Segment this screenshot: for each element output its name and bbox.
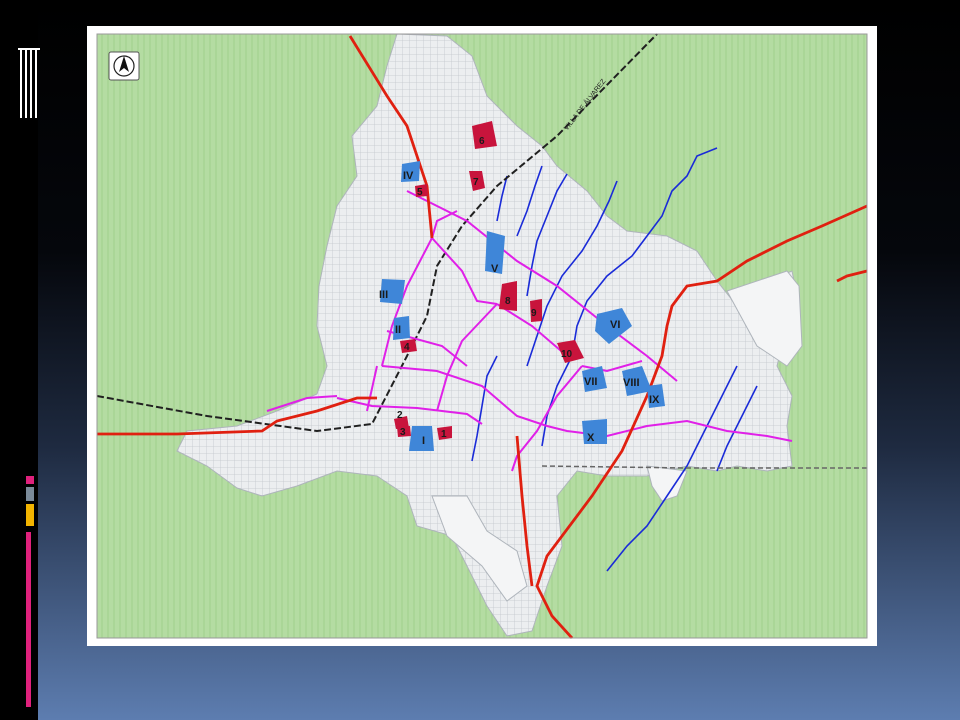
side-accent-line (26, 532, 31, 707)
label-blue-ii: II (395, 324, 401, 336)
label-blue-iii: III (379, 289, 388, 301)
label-blue-vii: VII (584, 376, 597, 388)
label-red-1: 1 (441, 429, 447, 440)
blue-zone-x (582, 419, 607, 444)
label-red-5: 5 (417, 187, 423, 198)
label-blue-viii: VIII (623, 377, 640, 389)
city-map-svg: I II III IV V VI VII VIII IX X 1 2 3 4 5… (96, 33, 868, 639)
label-red-9: 9 (531, 308, 537, 319)
label-red-10: 10 (561, 349, 573, 360)
label-blue-vi: VI (610, 319, 620, 331)
label-red-3: 3 (400, 427, 406, 438)
label-red-2: 2 (397, 410, 403, 421)
label-red-7: 7 (473, 177, 479, 188)
label-blue-v: V (491, 263, 499, 275)
label-red-4: 4 (404, 342, 410, 353)
city-map: I II III IV V VI VII VIII IX X 1 2 3 4 5… (87, 26, 877, 646)
label-blue-iv: IV (403, 170, 414, 182)
label-red-8: 8 (505, 296, 511, 307)
label-red-6: 6 (479, 136, 485, 147)
label-blue-i: I (422, 435, 425, 447)
label-blue-ix: IX (649, 394, 660, 406)
side-color-squares (26, 476, 36, 529)
corner-decoration (20, 48, 40, 118)
label-blue-x: X (587, 432, 595, 444)
north-arrow-icon (108, 51, 140, 81)
corner-decoration-bar (18, 48, 40, 50)
